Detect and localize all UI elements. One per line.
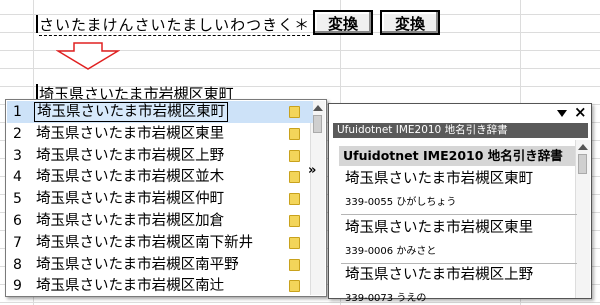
scroll-up-icon[interactable] (313, 105, 323, 111)
candidate-item[interactable]: 7 埼玉県さいたま市岩槻区南下新井 (7, 232, 313, 254)
candidate-item[interactable]: 5 埼玉県さいたま市岩槻区仲町 (7, 188, 313, 210)
candidate-text: 埼玉県さいたま市岩槻区東里 (36, 125, 225, 142)
candidate-item[interactable]: 4 埼玉県さいたま市岩槻区並木 (7, 166, 313, 188)
dictionary-header: Ufuidotnet IME2010 地名引き辞書 (339, 146, 575, 166)
dropdown-triangle-icon[interactable] (557, 110, 567, 117)
candidate-number: 8 (13, 256, 22, 273)
dictionary-panel: × Ufuidotnet IME2010 地名引き辞書 Ufuidotnet I… (328, 103, 592, 304)
note-icon[interactable] (289, 193, 300, 206)
candidate-number: 7 (13, 234, 22, 251)
entry-separator (341, 263, 577, 264)
candidate-text: 埼玉県さいたま市岩槻区南平野 (36, 256, 239, 273)
note-icon[interactable] (289, 258, 300, 271)
note-icon[interactable] (289, 149, 300, 162)
candidate-number: 2 (13, 125, 22, 142)
dictionary-entry[interactable]: 埼玉県さいたま市岩槻区上野 339-0073 うえの (345, 266, 533, 304)
reading-text: さいたまけんさいたましいわつきく＊ (39, 16, 311, 36)
convert-button[interactable]: 変換 (313, 10, 373, 35)
candidate-text: 埼玉県さいたま市岩槻区加倉 (36, 213, 225, 229)
dictionary-entry[interactable]: 埼玉県さいたま市岩槻区東町 339-0055 ひがしちょう (345, 170, 533, 208)
candidate-text: 埼玉県さいたま市岩槻区東町 (34, 102, 229, 122)
candidate-text: 埼玉県さいたま市岩槻区仲町 (36, 191, 225, 208)
candidate-number: 6 (13, 213, 22, 229)
dictionary-entry-title: 埼玉県さいたま市岩槻区東里 (345, 220, 534, 236)
candidate-list: 1 埼玉県さいたま市岩槻区東町 2 埼玉県さいたま市岩槻区東里 3 埼玉県さいたま市岩槻区… (5, 99, 327, 297)
candidate-text: 埼玉県さいたま市岩槻区並木 (36, 169, 225, 186)
note-icon[interactable] (289, 236, 300, 249)
dictionary-entry-reading: 339-0055 ひがしちょう (345, 197, 457, 208)
candidate-number: 9 (13, 278, 22, 295)
candidate-item[interactable]: 1 埼玉県さいたま市岩槻区東町 (7, 101, 313, 123)
entry-separator (341, 214, 577, 215)
down-arrow-icon (56, 42, 120, 70)
dictionary-entry[interactable]: 埼玉県さいたま市岩槻区東里 339-0006 かみさと (345, 219, 533, 257)
note-icon[interactable] (289, 280, 300, 293)
candidate-number: 3 (13, 147, 22, 164)
dictionary-entry-title: 埼玉県さいたま市岩槻区上野 (345, 267, 534, 283)
candidate-item[interactable]: 3 埼玉県さいたま市岩槻区上野 (7, 145, 313, 167)
candidate-number: 5 (13, 191, 22, 208)
dictionary-toolbar: × (329, 103, 591, 122)
note-icon[interactable] (289, 215, 300, 227)
candidate-number: 4 (13, 169, 22, 186)
candidate-item[interactable]: 6 埼玉県さいたま市岩槻区加倉 (7, 210, 313, 232)
note-icon[interactable] (289, 127, 300, 140)
scroll-thumb[interactable] (578, 154, 587, 174)
close-icon[interactable]: × (574, 103, 587, 121)
candidate-number: 1 (13, 104, 22, 120)
note-icon[interactable] (289, 106, 300, 118)
expand-list-icon[interactable]: » (308, 163, 316, 178)
scroll-thumb[interactable] (313, 115, 322, 133)
text-caret (36, 15, 38, 33)
convert-button-2[interactable]: 変換 (380, 10, 440, 35)
dictionary-entry-title: 埼玉県さいたま市岩槻区東町 (345, 171, 534, 187)
candidate-item[interactable]: 9 埼玉県さいたま市岩槻区南辻 (7, 275, 313, 297)
note-icon[interactable] (289, 171, 300, 184)
dictionary-entry-reading: 339-0073 うえの (345, 293, 427, 304)
scroll-up-icon[interactable] (578, 144, 588, 150)
candidate-text: 埼玉県さいたま市岩槻区上野 (36, 147, 225, 164)
candidate-text: 埼玉県さいたま市岩槻区南辻 (36, 278, 225, 295)
candidate-item[interactable]: 8 埼玉県さいたま市岩槻区南平野 (7, 254, 313, 276)
candidate-item[interactable]: 2 埼玉県さいたま市岩槻区東里 (7, 123, 313, 145)
dictionary-title-bar: Ufuidotnet IME2010 地名引き辞書 (333, 123, 588, 138)
dictionary-entry-reading: 339-0006 かみさと (345, 246, 437, 257)
candidate-text: 埼玉県さいたま市岩槻区南下新井 (36, 234, 254, 251)
dictionary-scrollbar[interactable] (575, 140, 590, 298)
reading-input-cell[interactable]: さいたまけんさいたましいわつきく＊ (36, 14, 311, 36)
